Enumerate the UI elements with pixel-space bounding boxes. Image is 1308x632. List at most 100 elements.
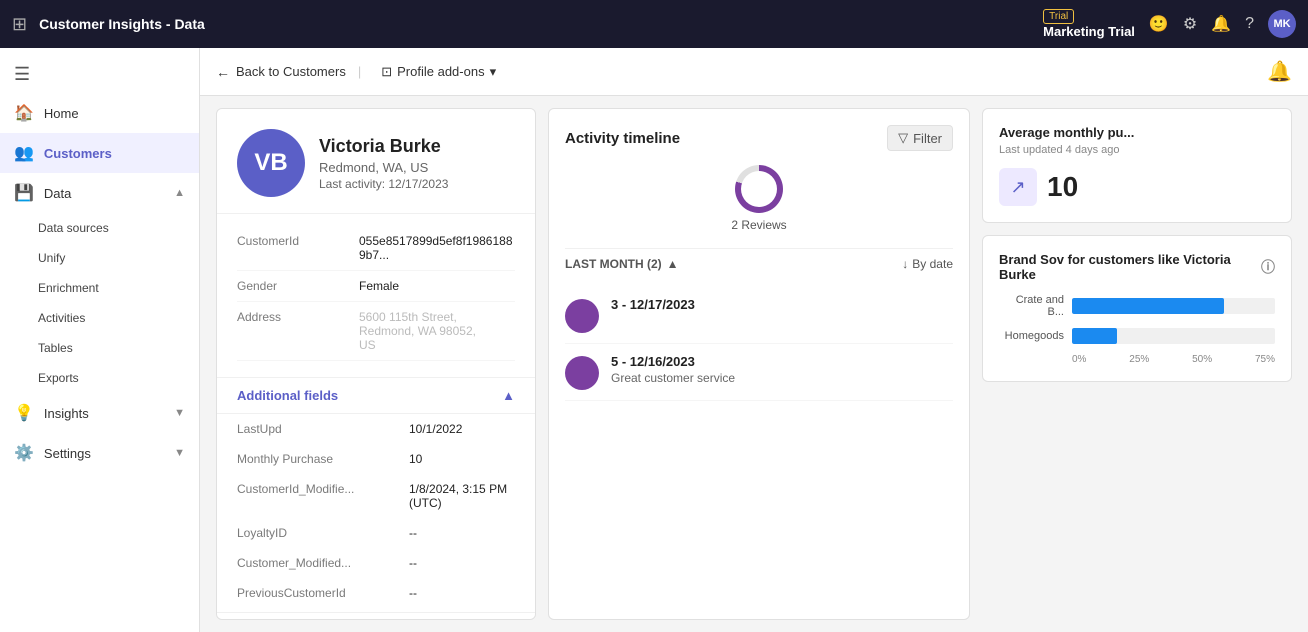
af-label-customermod: Customer_Modified... [237,556,397,570]
help-icon[interactable]: ? [1245,15,1254,33]
sidebar-child-datasources[interactable]: Data sources [0,213,199,243]
axis-25: 25% [1129,354,1149,365]
sidebar-item-customers[interactable]: 👥 Customers [0,133,199,173]
user-avatar[interactable]: MK [1268,10,1296,38]
hamburger-icon[interactable]: ☰ [0,56,199,93]
topbar: ⊞ Customer Insights - Data Trial Marketi… [0,0,1308,48]
chart-axis: 0% 25% 50% 75% [999,354,1275,365]
af-value-customermod: -- [409,556,417,570]
sidebar: ☰ 🏠 Home 👥 Customers 💾 Data ▲ Data sourc… [0,48,200,632]
af-label-previousid: PreviousCustomerId [237,586,397,600]
sidebar-item-settings[interactable]: ⚙️ Settings ▼ [0,433,199,473]
content-area: ← Back to Customers | ⊡ Profile add-ons … [200,48,1308,632]
af-value-monthly: 10 [409,452,422,466]
field-value-customerid: 055e8517899d5ef8f19861889b7... [359,234,515,262]
add-field-customermodified: Customer_Modified... -- [217,548,535,578]
back-label: Back to Customers [236,64,346,79]
insight-value-row: ↗ 10 [999,168,1275,206]
chart-bar-bg-crate [1072,298,1275,314]
topbar-right: Trial Marketing Trial 🙂 ⚙ 🔔 ? MK [1043,9,1296,39]
filter-label: Filter [913,131,942,146]
af-value-lastupd: 10/1/2022 [409,422,462,436]
sidebar-child-enrichment[interactable]: Enrichment [0,273,199,303]
period-title: LAST MONTH (2) ▲ [565,257,679,271]
org-info: Trial Marketing Trial [1043,9,1135,39]
brand-sov-title: Brand Sov for customers like Victoria Bu… [999,252,1275,282]
field-label-customerid: CustomerId [237,234,347,262]
chart-bar-bg-homegoods [1072,328,1275,344]
trend-up-icon: ↗ [999,168,1037,206]
sidebar-child-tables[interactable]: Tables [0,333,199,363]
sidebar-item-insights[interactable]: 💡 Insights ▼ [0,393,199,433]
chart-bar-crate [1072,298,1224,314]
activity-item-1: 3 - 12/17/2023 [565,287,953,344]
filter-icon: ▽ [898,130,908,146]
sidebar-item-home[interactable]: 🏠 Home [0,93,199,133]
activity-card: Activity timeline ▽ Filter 2 Reviews LAS… [548,108,970,620]
add-field-previouscustomerid: PreviousCustomerId -- [217,578,535,608]
af-label-customeridmod: CustomerId_Modifie... [237,482,397,510]
settings-icon: ⚙️ [14,443,34,463]
customer-location: Redmond, WA, US [319,160,448,175]
profile-header: VB Victoria Burke Redmond, WA, US Last a… [217,109,535,214]
field-row-customerid: CustomerId 055e8517899d5ef8f19861889b7..… [237,226,515,271]
bell-icon[interactable]: 🔔 [1211,14,1231,34]
settings-chevron-icon: ▼ [174,447,185,459]
sidebar-child-activities[interactable]: Activities [0,303,199,333]
back-to-customers-button[interactable]: ← Back to Customers [216,64,346,80]
period-label: LAST MONTH (2) [565,257,662,271]
chart-label-homegoods: Homegoods [999,330,1064,342]
chart-row-crate: Crate and B... [999,294,1275,318]
af-value-previousid: -- [409,586,417,600]
timeline-circle-inner [741,171,777,207]
grid-icon[interactable]: ⊞ [12,14,27,35]
activity-score-2: 5 - 12/16/2023 [611,354,953,369]
activity-title: Activity timeline [565,130,680,147]
profile-info: Victoria Burke Redmond, WA, US Last acti… [319,136,448,191]
chart-label-crate: Crate and B... [999,294,1064,318]
chart-row-homegoods: Homegoods [999,328,1275,344]
notification-icon[interactable]: 🔔 [1267,59,1292,84]
gear-icon[interactable]: ⚙ [1183,14,1197,34]
sidebar-home-label: Home [44,106,79,121]
axis-75: 75% [1255,354,1275,365]
timeline-period-header: LAST MONTH (2) ▲ ↓ By date [565,248,953,279]
chart-bar-homegoods [1072,328,1117,344]
activity-item-2: 5 - 12/16/2023 Great customer service [565,344,953,401]
sidebar-child-unify[interactable]: Unify [0,243,199,273]
data-chevron-icon: ▲ [174,187,185,199]
info-icon[interactable]: ⓘ [1261,257,1275,277]
field-row-gender: Gender Female [237,271,515,302]
af-label-lastupd: LastUpd [237,422,397,436]
af-label-monthly: Monthly Purchase [237,452,397,466]
add-field-monthly: Monthly Purchase 10 [217,444,535,474]
by-date-button[interactable]: ↓ By date [902,257,953,271]
additional-fields-header[interactable]: Additional fields ▲ [217,377,535,414]
additional-fields-chevron: ▲ [502,388,515,403]
brand-sov-box: Brand Sov for customers like Victoria Bu… [982,235,1292,382]
chart-area: Crate and B... Homegoods 0 [999,294,1275,365]
timeline-circle [735,165,783,213]
app-title: Customer Insights - Data [39,16,1035,32]
sidebar-item-data[interactable]: 💾 Data ▲ [0,173,199,213]
field-value-address: 5600 115th Street,Redmond, WA 98052,US [359,310,476,352]
smiley-icon[interactable]: 🙂 [1149,14,1169,34]
period-chevron-icon[interactable]: ▲ [667,257,679,271]
insights-chevron-icon: ▼ [174,407,185,419]
field-row-address: Address 5600 115th Street,Redmond, WA 98… [237,302,515,361]
add-field-customeridmodified: CustomerId_Modifie... 1/8/2024, 3:15 PM … [217,474,535,518]
home-icon: 🏠 [14,103,34,123]
sidebar-data-label: Data [44,186,71,201]
back-arrow-icon: ← [216,64,230,80]
sidebar-child-exports[interactable]: Exports [0,363,199,393]
ids-header[interactable]: Ids ▲ [217,612,535,620]
by-date-label: By date [912,257,953,271]
reviews-count: 2 Reviews [731,218,786,232]
monthly-purchase-value: 10 [1047,171,1078,203]
profile-fields: CustomerId 055e8517899d5ef8f19861889b7..… [217,214,535,373]
sidebar-insights-label: Insights [44,406,89,421]
filter-button[interactable]: ▽ Filter [887,125,953,151]
profile-addons-button[interactable]: ⊡ Profile add-ons ▾ [373,60,504,84]
customer-content: VB Victoria Burke Redmond, WA, US Last a… [200,96,1308,632]
activity-score-1: 3 - 12/17/2023 [611,297,953,312]
